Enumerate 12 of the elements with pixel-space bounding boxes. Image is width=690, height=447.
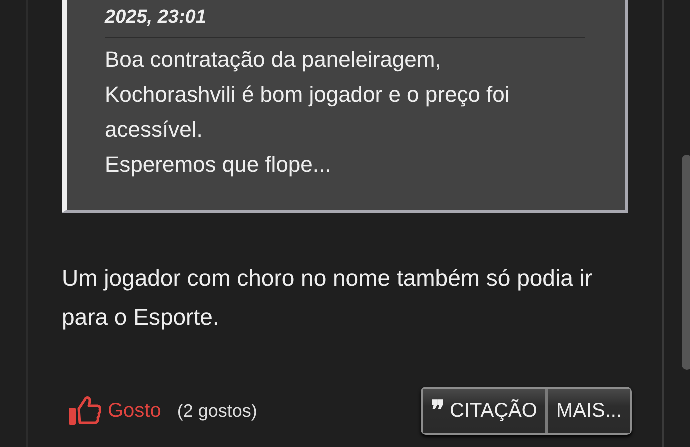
like-count: (2 gostos) bbox=[177, 400, 258, 423]
post-text: Um jogador com choro no nome também só podia ir para o Esporte. bbox=[62, 264, 594, 332]
quote-line: Esperemos que flope... bbox=[105, 150, 332, 179]
quote-icon: ❞ bbox=[431, 401, 445, 421]
more-button[interactable]: MAIS... bbox=[545, 389, 630, 433]
thumbs-up-icon bbox=[68, 396, 102, 426]
quote-line: Kochorashvili é bom jogador e o preço foi acessível. bbox=[105, 80, 511, 144]
like-button[interactable]: Gosto bbox=[68, 396, 162, 426]
quote-button[interactable]: ❞ CITAÇÃO bbox=[423, 389, 546, 433]
quote-line: Boa contratação da paneleiragem, bbox=[105, 46, 442, 74]
scrollbar[interactable] bbox=[682, 155, 690, 370]
quote-header: 2025, 23:01 bbox=[105, 6, 206, 30]
